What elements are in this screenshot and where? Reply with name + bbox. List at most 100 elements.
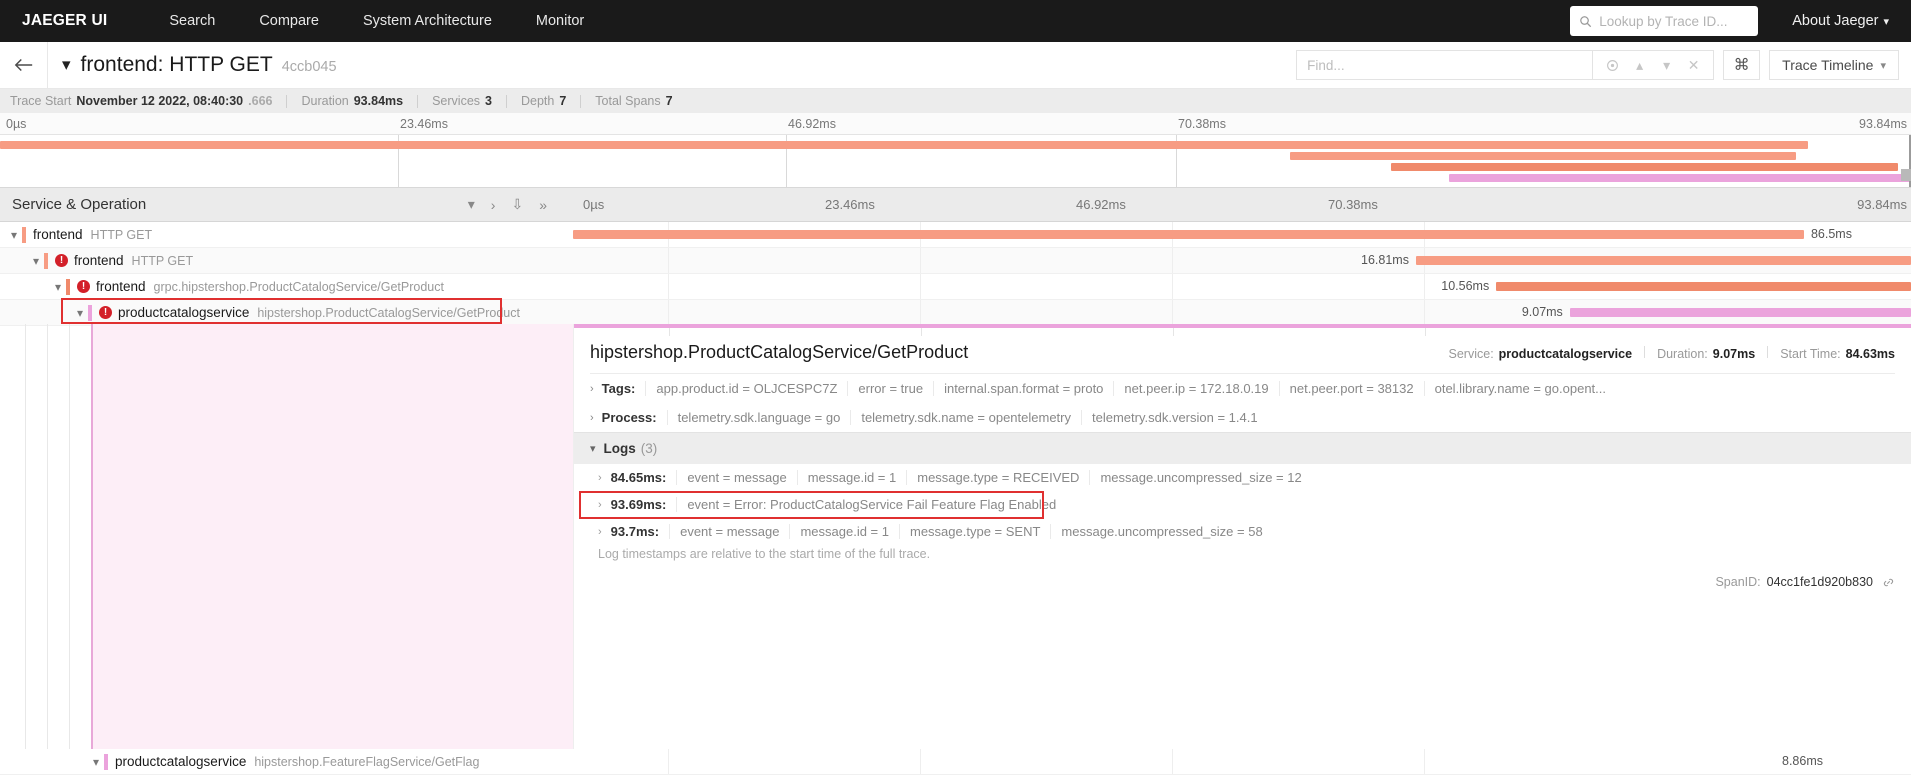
top-navigation-bar: JAEGER UI Search Compare System Architec… <box>0 0 1911 42</box>
chevron-down-icon[interactable]: ▾ <box>50 280 66 294</box>
nav-link-monitor[interactable]: Monitor <box>514 13 606 29</box>
span-row-timeline[interactable]: 16.81ms <box>573 248 1911 274</box>
chevron-down-icon[interactable]: ▾ <box>590 442 596 455</box>
chevron-down-icon[interactable]: ▾ <box>72 306 88 320</box>
span-duration-bar[interactable] <box>1496 282 1911 291</box>
span-duration-bar[interactable] <box>1569 308 1911 317</box>
chevron-down-icon[interactable]: ▾ <box>6 228 22 242</box>
trace-id-input[interactable] <box>1599 13 1750 29</box>
find-input[interactable] <box>1307 57 1583 73</box>
stat-duration: Duration 93.84ms <box>301 94 403 108</box>
detail-start-time-label: Start Time: <box>1780 347 1841 361</box>
find-box[interactable] <box>1296 50 1593 80</box>
table-row[interactable]: ▾! productcatalogservice hipstershop.Produ… <box>0 300 1911 326</box>
nav-link-system-architecture[interactable]: System Architecture <box>341 13 514 29</box>
timeline-gridline <box>1172 749 1173 774</box>
chevron-right-icon[interactable]: › <box>598 526 602 538</box>
detail-gridline <box>669 328 670 336</box>
span-row-left[interactable]: ▾! productcatalogservice hipstershop.Produ… <box>0 300 573 326</box>
trace-minimap[interactable]: 0µs 23.46ms 46.92ms 70.38ms 93.84ms <box>0 113 1911 188</box>
selected-span-gutter <box>91 324 573 775</box>
chevron-right-icon[interactable]: › <box>590 412 594 424</box>
chevrons-right-icon[interactable]: » <box>531 197 555 213</box>
timeline-gridline <box>1172 274 1173 299</box>
span-row-timeline[interactable]: 8.86ms <box>573 749 1911 775</box>
back-button[interactable] <box>0 41 48 89</box>
process-item: telemetry.sdk.language = go <box>666 410 851 425</box>
logs-section-header[interactable]: ▾ Logs (3) <box>574 432 1911 464</box>
jaeger-brand-logo[interactable]: JAEGER UI <box>22 12 107 30</box>
chevron-right-icon[interactable]: › <box>483 197 504 213</box>
stat-divider <box>286 94 288 108</box>
minimap-drag-handle[interactable] <box>1901 169 1911 181</box>
chevron-up-icon[interactable]: ▴ <box>1626 57 1653 74</box>
minimap-bar <box>1448 174 1911 182</box>
page-title: frontend: HTTP GET <box>80 53 273 76</box>
span-row-timeline[interactable]: 86.5ms <box>573 222 1911 248</box>
focus-icon[interactable] <box>1599 59 1626 72</box>
stat-services: Services 3 <box>432 94 492 108</box>
trace-id-lookup[interactable] <box>1570 6 1759 36</box>
table-row[interactable]: ▾ productcatalogservice hipstershop.Feat… <box>0 749 1911 775</box>
chevron-down-icon[interactable]: ▾ <box>1653 57 1680 74</box>
log-entry[interactable]: › 84.65ms: event = message message.id = … <box>574 464 1911 491</box>
about-jaeger-menu[interactable]: About Jaeger ▾ <box>1792 13 1889 29</box>
log-highlight-outline <box>579 491 1044 519</box>
span-id-label: SpanID: <box>1715 575 1761 589</box>
table-row[interactable]: ▾! frontend grpc.hipstershop.ProductCatalo… <box>0 274 1911 300</box>
table-row[interactable]: ▾! frontend HTTP GET 16.81ms <box>0 248 1911 274</box>
services-label: Services <box>432 94 481 108</box>
span-detail-header: hipstershop.ProductCatalogService/GetPro… <box>574 328 1911 373</box>
minimap-body[interactable] <box>0 135 1911 187</box>
span-service-name: productcatalogservice <box>118 305 250 320</box>
timeline-gridline <box>1172 300 1173 325</box>
span-rows: ▾ frontend HTTP GET 86.5ms ▾! frontend HTTP GE… <box>0 222 1911 326</box>
service-color-bar <box>88 304 92 321</box>
keyboard-shortcuts-button[interactable]: ⌘ <box>1723 50 1761 80</box>
chevron-right-icon[interactable]: › <box>590 383 594 395</box>
chevron-down-icon[interactable]: ▾ <box>62 55 71 75</box>
trace-start-value: November 12 2022, 08:40:30 <box>76 94 244 108</box>
meta-divider <box>1767 346 1769 358</box>
log-entry-highlighted[interactable]: › 93.69ms: event = Error: ProductCatalog… <box>574 491 1911 519</box>
process-item: telemetry.sdk.version = 1.4.1 <box>1081 410 1268 425</box>
logs-label: Logs <box>603 441 636 456</box>
span-row-timeline[interactable]: 9.07ms <box>573 300 1911 326</box>
span-row-timeline[interactable]: 10.56ms <box>573 274 1911 300</box>
tags-row[interactable]: › Tags: app.product.id = OLJCESPC7Z erro… <box>574 374 1911 403</box>
span-row-left[interactable]: ▾! frontend grpc.hipstershop.ProductCatalo… <box>0 274 573 300</box>
stat-total-spans: Total Spans 7 <box>595 94 672 108</box>
tag-item: error = true <box>847 381 933 396</box>
detail-duration-label: Duration: <box>1657 347 1708 361</box>
timeline-gridline <box>920 248 921 273</box>
span-duration-label: 10.56ms <box>1441 279 1490 293</box>
link-icon[interactable] <box>1882 576 1895 589</box>
span-duration-bar[interactable] <box>573 230 1804 239</box>
log-entry[interactable]: › 93.7ms: event = message message.id = 1… <box>574 518 1911 545</box>
span-row-left[interactable]: ▾! frontend HTTP GET <box>0 248 573 274</box>
chevron-right-icon[interactable]: › <box>598 472 602 484</box>
span-row-left[interactable]: ▾ frontend HTTP GET <box>0 222 573 248</box>
tag-item: internal.span.format = proto <box>933 381 1113 396</box>
nav-right-group: About Jaeger ▾ <box>1570 6 1889 36</box>
chevrons-down-icon[interactable]: ⇩ <box>503 196 531 213</box>
trace-short-id: 4ccb045 <box>281 59 337 75</box>
chevron-down-icon[interactable]: ▾ <box>28 254 44 268</box>
span-service-name: productcatalogservice <box>115 754 247 769</box>
process-row[interactable]: › Process: telemetry.sdk.language = go t… <box>574 403 1911 432</box>
table-row[interactable]: ▾ frontend HTTP GET 86.5ms <box>0 222 1911 248</box>
span-operation-name: HTTP GET <box>131 253 194 268</box>
timeline-gridline <box>1172 248 1173 273</box>
chevron-down-icon[interactable]: ▾ <box>88 755 104 769</box>
nav-link-compare[interactable]: Compare <box>237 13 341 29</box>
timeline-tick-4: 93.84ms <box>1857 196 1907 212</box>
view-mode-dropdown[interactable]: Trace Timeline ▾ <box>1769 50 1899 80</box>
duration-label: Duration <box>301 94 349 108</box>
span-row-left[interactable]: ▾ productcatalogservice hipstershop.Feat… <box>0 749 573 775</box>
nav-link-search[interactable]: Search <box>147 13 237 29</box>
total-spans-value: 7 <box>665 94 673 108</box>
span-duration-bar[interactable] <box>1415 256 1911 265</box>
chevron-down-icon[interactable]: ▾ <box>460 196 483 213</box>
span-table-header: Service & Operation ▾ › ⇩ » 0µs 23.46ms … <box>0 188 1911 222</box>
close-icon[interactable]: ✕ <box>1680 57 1707 74</box>
